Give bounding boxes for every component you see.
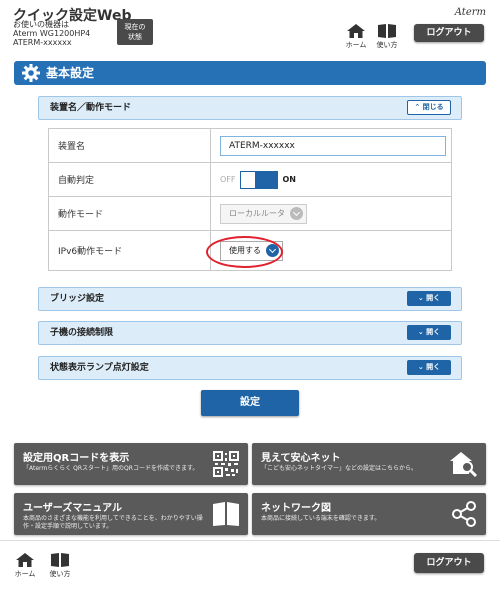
logout-button[interactable]: ログアウト — [414, 553, 484, 573]
device-mode-header[interactable]: 装置名／動作モード ⌃ 閉じる — [38, 96, 462, 120]
auto-detect-cell: OFF ON — [210, 162, 452, 197]
auto-detect-label: 自動判定 — [48, 162, 211, 197]
ipv6-mode-label: IPv6動作モード — [48, 230, 211, 271]
status-label: 状態 — [128, 33, 142, 41]
network-map-description: 本商品に接続している端末を確認できます。 — [261, 515, 381, 522]
table-row: 動作モード ローカルルータ — [48, 196, 452, 231]
user-manual-panel[interactable]: ユーザーズマニュアル 本商品のさまざまな機能を利用してできることを、わかりやすい… — [14, 493, 248, 535]
lamp-settings-header[interactable]: 状態表示ランプ点灯設定 ⌄ 開く — [38, 356, 462, 380]
auto-detect-toggle[interactable]: OFF ON — [220, 170, 297, 189]
device-name-label: 装置名 — [48, 128, 211, 163]
open-button[interactable]: ⌄ 開く — [407, 325, 451, 340]
close-label: 閉じる — [422, 103, 444, 111]
qr-code-panel[interactable]: 設定用QRコードを表示 「Atermらくらく QRスタート」用のQRコードを作成… — [14, 443, 248, 485]
device-model: Aterm WG1200HP4 — [13, 29, 91, 38]
network-map-title: ネットワーク図 — [261, 503, 331, 514]
highlight-circle — [206, 236, 283, 268]
bridge-settings-title: ブリッジ設定 — [50, 294, 105, 304]
safe-net-title: 見えて安心ネット — [261, 453, 341, 464]
toggle-knob[interactable] — [240, 171, 255, 188]
bridge-settings-header[interactable]: ブリッジ設定 ⌄ 開く — [38, 287, 462, 311]
child-limit-title: 子機の接続制限 — [50, 328, 114, 338]
mode-label: 動作モード — [48, 196, 211, 231]
qr-code-icon — [213, 451, 239, 477]
open-label: 開く — [426, 328, 441, 336]
home-button[interactable]: ホーム — [12, 553, 38, 579]
home-button[interactable]: ホーム — [343, 24, 369, 50]
device-info: お使いの機器は Aterm WG1200HP4 ATERM-xxxxxx — [13, 20, 90, 47]
device-name-cell: ATERM-xxxxxx — [210, 128, 452, 163]
device-info-line: お使いの機器は — [13, 20, 69, 29]
table-row: 装置名 ATERM-xxxxxx — [48, 128, 452, 163]
home-label: ホーム — [345, 41, 367, 49]
safe-net-panel[interactable]: 見えて安心ネット 「こども安心ネットタイマー」などの設定はこちらから。 — [252, 443, 486, 485]
qr-code-description: 「Atermらくらく QRスタート」用のQRコードを作成できます。 — [23, 465, 199, 472]
qr-code-title: 設定用QRコードを表示 — [23, 453, 130, 464]
chevron-down-icon: ⌄ — [417, 328, 424, 336]
open-label: 開く — [426, 294, 441, 302]
home-search-icon — [450, 452, 478, 478]
help-label: 使い方 — [49, 570, 71, 578]
help-button[interactable]: 使い方 — [47, 553, 73, 579]
toggle-off-label: OFF — [220, 175, 236, 184]
footer: ホーム 使い方 ログアウト — [0, 540, 500, 597]
home-label: ホーム — [14, 570, 36, 578]
child-limit-header[interactable]: 子機の接続制限 ⌄ 開く — [38, 321, 462, 345]
user-manual-description: 本商品のさまざまな機能を利用してできることを、わかりやすい操作・設定手順で説明し… — [23, 515, 203, 530]
chevron-down-icon — [290, 207, 303, 220]
open-label: 開く — [426, 363, 441, 371]
logout-button[interactable]: ログアウト — [414, 24, 484, 42]
apply-settings-button[interactable]: 設定 — [201, 390, 299, 416]
open-button[interactable]: ⌄ 開く — [407, 291, 451, 306]
toggle-track[interactable] — [239, 170, 278, 189]
status-label: 現在の — [124, 23, 146, 31]
mode-cell: ローカルルータ — [210, 196, 452, 231]
chevron-up-icon: ⌃ — [414, 103, 421, 111]
user-manual-title: ユーザーズマニュアル — [23, 503, 122, 514]
gear-icon — [22, 64, 40, 82]
table-row: 自動判定 OFF ON — [48, 162, 452, 197]
lamp-settings-title: 状態表示ランプ点灯設定 — [50, 363, 149, 373]
current-status-button[interactable]: 現在の 状態 — [117, 19, 153, 45]
network-map-panel[interactable]: ネットワーク図 本商品に接続している端末を確認できます。 — [252, 493, 486, 535]
chevron-down-icon: ⌄ — [417, 363, 424, 371]
close-button[interactable]: ⌃ 閉じる — [407, 100, 451, 115]
chevron-down-icon: ⌄ — [417, 294, 424, 302]
brand-logo: Aterm — [454, 7, 486, 18]
help-label: 使い方 — [376, 41, 398, 49]
book-icon — [378, 24, 396, 38]
home-icon — [16, 553, 34, 567]
mode-value: ローカルルータ — [229, 209, 285, 218]
book-icon — [213, 502, 239, 526]
device-id: ATERM-xxxxxx — [13, 38, 72, 47]
help-button[interactable]: 使い方 — [374, 24, 400, 50]
mode-select: ローカルルータ — [220, 203, 307, 224]
toggle-on-label: ON — [282, 175, 297, 184]
section-title: 基本設定 — [46, 66, 95, 80]
device-mode-title: 装置名／動作モード — [50, 103, 132, 113]
device-name-input[interactable]: ATERM-xxxxxx — [220, 135, 446, 156]
header: クイック設定Web お使いの機器は Aterm WG1200HP4 ATERM-… — [0, 0, 500, 52]
home-icon — [347, 24, 365, 38]
safe-net-description: 「こども安心ネットタイマー」などの設定はこちらから。 — [261, 465, 418, 472]
share-network-icon — [452, 501, 476, 527]
open-button[interactable]: ⌄ 開く — [407, 360, 451, 375]
section-title-bar: 基本設定 — [14, 61, 486, 85]
book-icon — [51, 553, 69, 567]
